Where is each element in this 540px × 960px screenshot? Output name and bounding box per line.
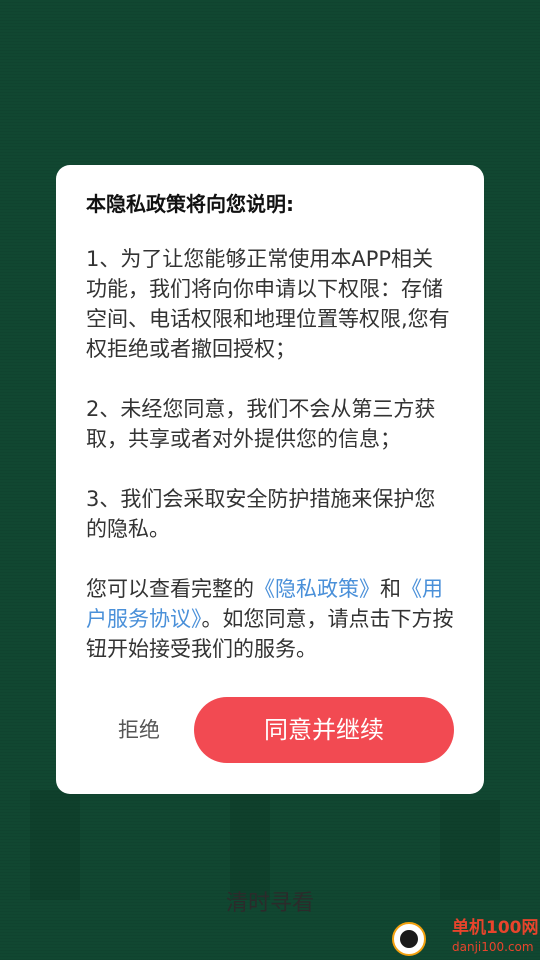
policy-item-2: 2、未经您同意，我们不会从第三方获取，共享或者对外提供您的信息； — [86, 397, 436, 451]
reject-button[interactable]: 拒绝 — [118, 715, 160, 745]
footer-and: 和 — [380, 577, 401, 601]
watermark-name: 单机100网 — [452, 918, 539, 938]
watermark-logo-icon — [392, 922, 426, 956]
dialog-actions: 拒绝 同意并继续 — [56, 697, 484, 763]
watermark: 单机100网 danji100.com — [388, 916, 540, 960]
agree-continue-button[interactable]: 同意并继续 — [194, 697, 454, 763]
footer-prefix: 您可以查看完整的 — [86, 577, 254, 601]
policy-footer: 您可以查看完整的《隐私政策》和《用户服务协议》。如您同意，请点击下方按钮开始接受… — [86, 574, 454, 664]
policy-item-1: 1、为了让您能够正常使用本APP相关功能，我们将向你申请以下权限：存储空间、电话… — [86, 247, 450, 361]
policy-item-3: 3、我们会采取安全防护措施来保护您的隐私。 — [86, 487, 436, 541]
privacy-policy-link[interactable]: 《隐私政策》 — [254, 577, 380, 601]
dialog-title: 本隐私政策将向您说明: — [86, 192, 294, 216]
privacy-dialog: 本隐私政策将向您说明: 1、为了让您能够正常使用本APP相关功能，我们将向你申请… — [56, 165, 484, 794]
watermark-domain: danji100.com — [452, 940, 534, 954]
